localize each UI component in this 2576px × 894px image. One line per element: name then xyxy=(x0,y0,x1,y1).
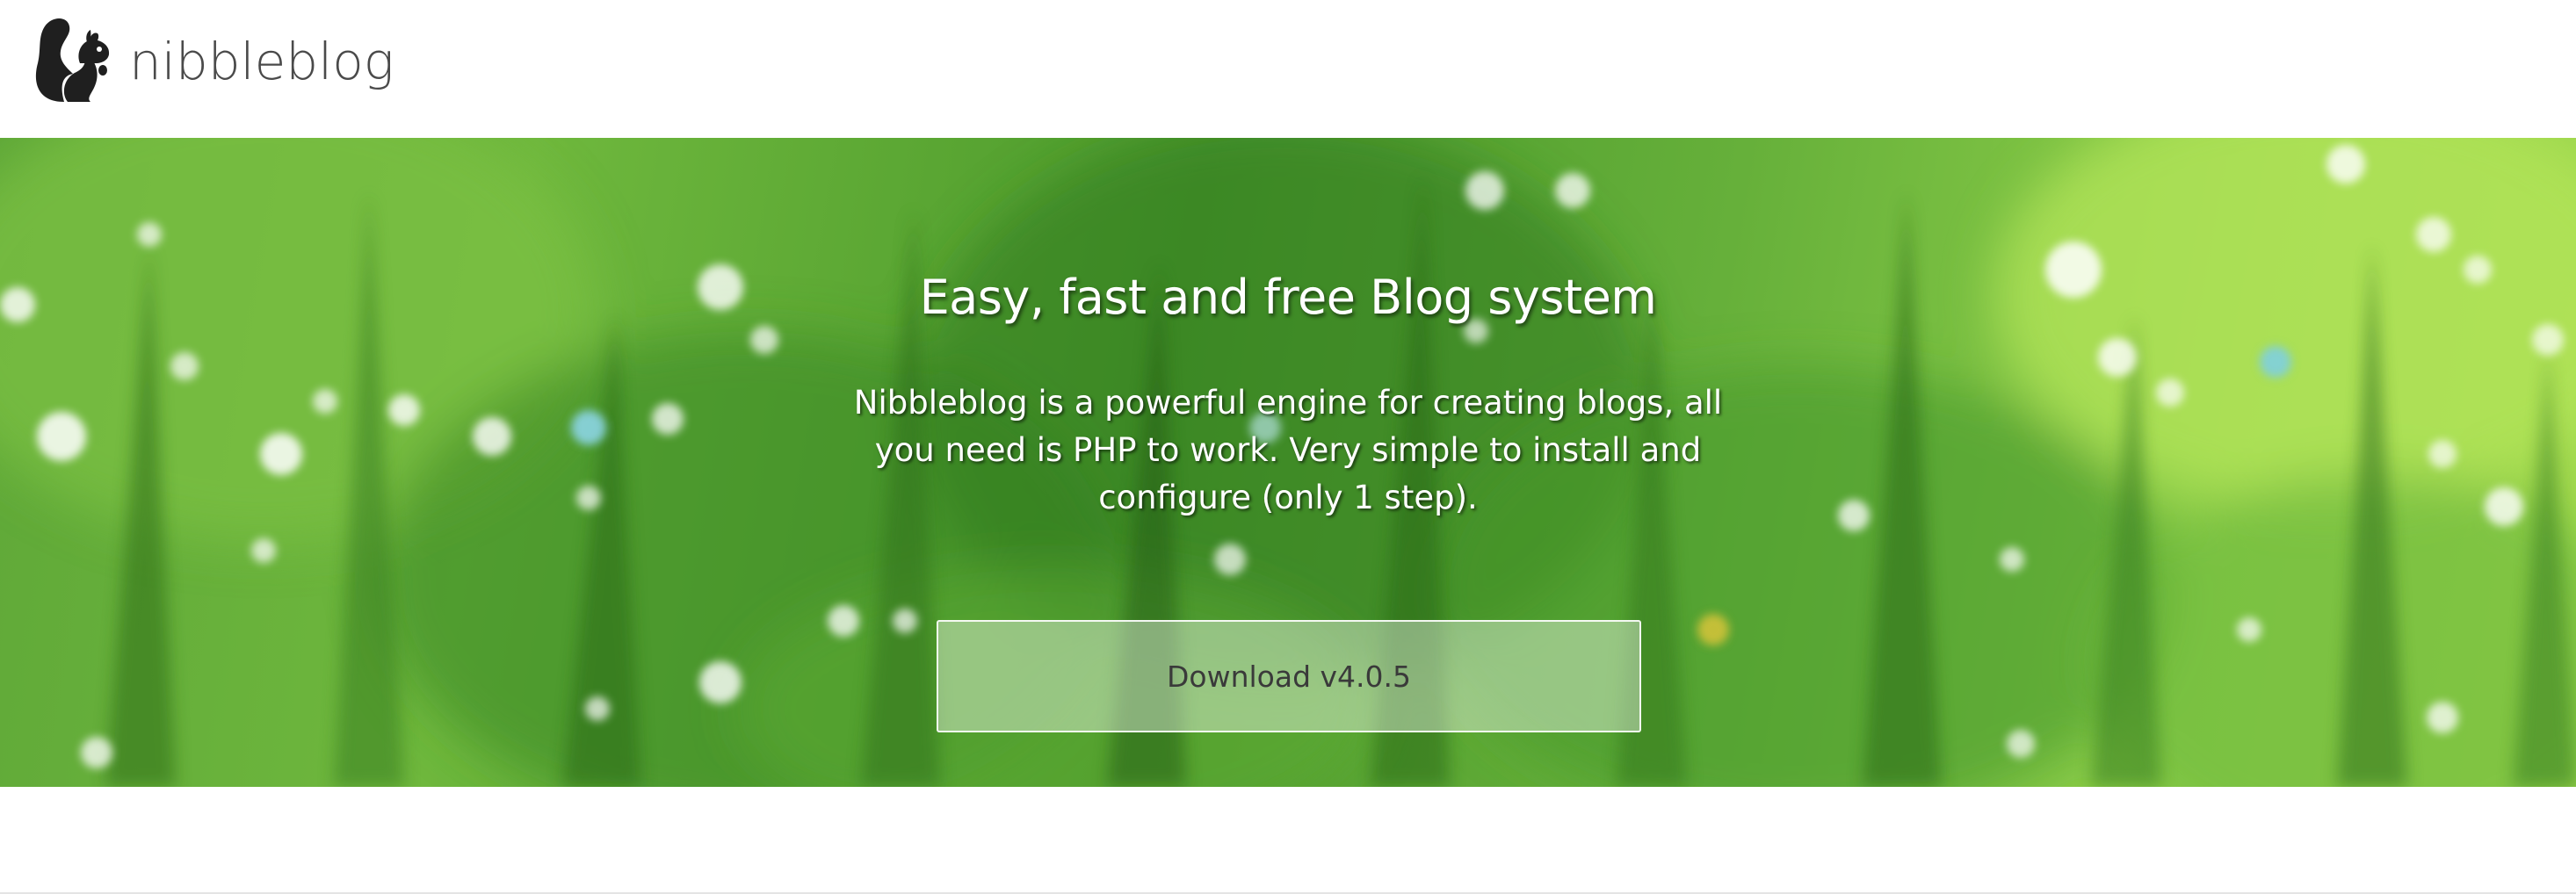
hero-banner: Easy, fast and free Blog system Nibblebl… xyxy=(0,138,2576,787)
hero-title: Easy, fast and free Blog system xyxy=(919,270,1657,325)
brand-name: nibbleblog xyxy=(129,32,394,91)
page: nibbleblog Easy, fast and free Blog syst… xyxy=(0,0,2576,894)
site-header: nibbleblog xyxy=(0,0,2576,138)
brand-link[interactable]: nibbleblog xyxy=(29,14,394,105)
hero-description: Nibbleblog is a powerful engine for crea… xyxy=(853,384,1723,516)
squirrel-logo-icon xyxy=(35,18,110,102)
hero-content: Easy, fast and free Blog system Nibblebl… xyxy=(0,138,2576,787)
download-button[interactable]: Download v4.0.5 xyxy=(937,620,1641,732)
